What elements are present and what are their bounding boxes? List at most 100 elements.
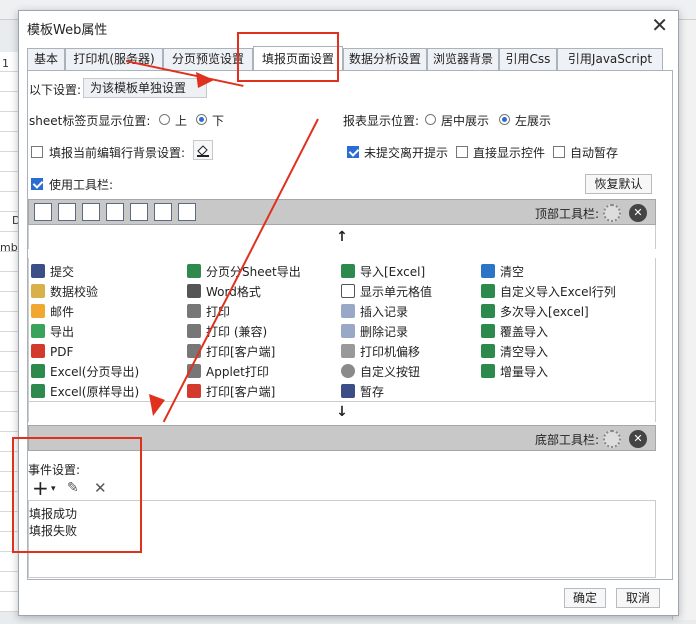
grid-item[interactable]: 删除记录 <box>341 322 408 342</box>
unsubmitted-label: 未提交离开提示 <box>364 146 449 160</box>
export-icon[interactable] <box>106 203 124 221</box>
insert-row-icon <box>341 304 355 318</box>
scope-select[interactable]: 为该模板单独设置 <box>83 78 207 98</box>
cancel-button[interactable]: 取消 <box>616 588 660 608</box>
grid-item[interactable]: 打印 (兼容) <box>187 322 267 342</box>
sheet-position-label: sheet标签页显示位置: <box>29 114 151 128</box>
dialog-titlebar: 模板Web属性 ✕ <box>19 11 678 43</box>
excel-icon <box>31 364 45 378</box>
excel-icon <box>481 344 495 358</box>
top-toolbar-bar: 顶部工具栏: ✕ <box>28 199 656 225</box>
print-icon <box>187 304 201 318</box>
excel-icon <box>481 284 495 298</box>
autosave-label: 自动暂存 <box>570 146 619 160</box>
report-position-label: 报表显示位置: <box>343 114 420 128</box>
grid-item[interactable]: Excel(分页导出) <box>31 362 139 382</box>
close-icon[interactable]: ✕ <box>651 15 668 35</box>
excel-icon <box>341 264 355 278</box>
print-icon <box>187 324 201 338</box>
use-toolbar-checkbox[interactable] <box>31 178 43 190</box>
grid-item[interactable]: 清空 <box>481 262 524 282</box>
word-icon <box>187 284 201 298</box>
use-toolbar-label: 使用工具栏: <box>49 178 114 192</box>
mail-icon[interactable] <box>130 203 148 221</box>
submit-icon <box>31 264 45 278</box>
grid-item[interactable]: 导出 <box>31 322 74 342</box>
print-icon[interactable] <box>82 203 100 221</box>
grid-item[interactable]: 增量导入 <box>481 362 548 382</box>
grid-item[interactable]: 多次导入[excel] <box>481 302 589 322</box>
restore-default-button[interactable]: 恢复默认 <box>585 174 652 194</box>
tab-css[interactable]: 引用Css <box>499 48 557 70</box>
pdf-print-icon <box>187 384 201 398</box>
radio-sheet-top-label: 上 <box>175 114 188 128</box>
radio-sheet-top[interactable] <box>159 114 170 125</box>
mail-icon <box>31 304 45 318</box>
grid-item[interactable]: 提交 <box>31 262 74 282</box>
gear-icon[interactable] <box>603 204 621 222</box>
unsubmitted-checkbox[interactable] <box>347 146 359 158</box>
close-icon[interactable]: ✕ <box>629 430 647 448</box>
grid-item[interactable]: 导入[Excel] <box>341 262 425 282</box>
excel-icon <box>481 324 495 338</box>
grid-item[interactable]: PDF <box>31 342 73 362</box>
gear-icon[interactable] <box>603 430 621 448</box>
excel-icon <box>31 384 45 398</box>
pdf-icon <box>31 344 45 358</box>
move-icon[interactable] <box>154 203 172 221</box>
move-down-arrow[interactable]: ↓ <box>28 402 656 422</box>
show-widget-label: 直接显示控件 <box>473 146 546 160</box>
tab-javascript[interactable]: 引用JavaScript <box>557 48 663 70</box>
save-icon[interactable] <box>34 203 52 221</box>
grid-item[interactable]: 覆盖导入 <box>481 322 548 342</box>
radio-report-left[interactable] <box>499 114 510 125</box>
grid-item[interactable]: 显示单元格值 <box>341 282 432 302</box>
autosave-checkbox[interactable] <box>553 146 565 158</box>
grid-item[interactable]: 自定义按钮 <box>341 362 420 382</box>
bg-row-label: 填报当前编辑行背景设置: <box>49 146 186 160</box>
radio-sheet-bottom[interactable] <box>196 114 207 125</box>
blank-icon[interactable] <box>178 203 196 221</box>
gear-icon <box>341 364 355 378</box>
bottom-toolbar-label: 底部工具栏: <box>535 433 600 447</box>
tab-basic[interactable]: 基本 <box>27 48 65 70</box>
grid-item[interactable]: 邮件 <box>31 302 74 322</box>
grid-item[interactable]: 数据校验 <box>31 282 98 302</box>
ok-button[interactable]: 确定 <box>564 588 606 608</box>
radio-sheet-bottom-label: 下 <box>212 114 225 128</box>
edit-icon[interactable] <box>58 203 76 221</box>
grid-item[interactable]: 插入记录 <box>341 302 408 322</box>
top-toolbar-label: 顶部工具栏: <box>535 207 600 221</box>
tab-data-analysis[interactable]: 数据分析设置 <box>343 48 427 70</box>
verify-icon <box>31 284 45 298</box>
annotation-box-tab <box>237 32 339 82</box>
radio-report-center[interactable] <box>425 114 436 125</box>
annotation-box-events <box>12 437 142 553</box>
eraser-icon <box>481 264 495 278</box>
cell-value-icon <box>341 284 355 298</box>
annotation-arrowhead <box>196 72 214 88</box>
close-icon[interactable]: ✕ <box>629 204 647 222</box>
excel-icon <box>481 364 495 378</box>
grid-item[interactable]: Excel(原样导出) <box>31 382 139 402</box>
grid-item[interactable]: 打印机偏移 <box>341 342 420 362</box>
bg-row-checkbox[interactable] <box>31 146 43 158</box>
scope-value: 为该模板单独设置 <box>90 81 187 95</box>
grid-item[interactable]: 打印[客户端] <box>187 382 275 402</box>
radio-report-left-label: 左展示 <box>515 114 552 128</box>
annotation-arrowhead-long <box>149 394 165 416</box>
grid-item[interactable]: 暂存 <box>341 382 384 402</box>
move-icon <box>341 344 355 358</box>
toolbar-buttons-grid: 提交 数据校验 邮件 导出 PDF Excel(分页导出) Excel(原样导出… <box>28 258 656 402</box>
export-icon <box>31 324 45 338</box>
radio-report-center-label: 居中展示 <box>441 114 490 128</box>
grid-item[interactable]: 自定义导入Excel行列 <box>481 282 616 302</box>
excel-icon <box>187 264 201 278</box>
move-up-arrow[interactable]: ↑ <box>28 225 656 249</box>
show-widget-checkbox[interactable] <box>456 146 468 158</box>
grid-item[interactable]: 清空导入 <box>481 342 548 362</box>
background-text: 1 <box>2 57 9 70</box>
paint-bucket-icon[interactable] <box>193 140 213 160</box>
tab-browser-bg[interactable]: 浏览器背景 <box>427 48 499 70</box>
grid-item[interactable]: Applet打印 <box>187 362 269 382</box>
